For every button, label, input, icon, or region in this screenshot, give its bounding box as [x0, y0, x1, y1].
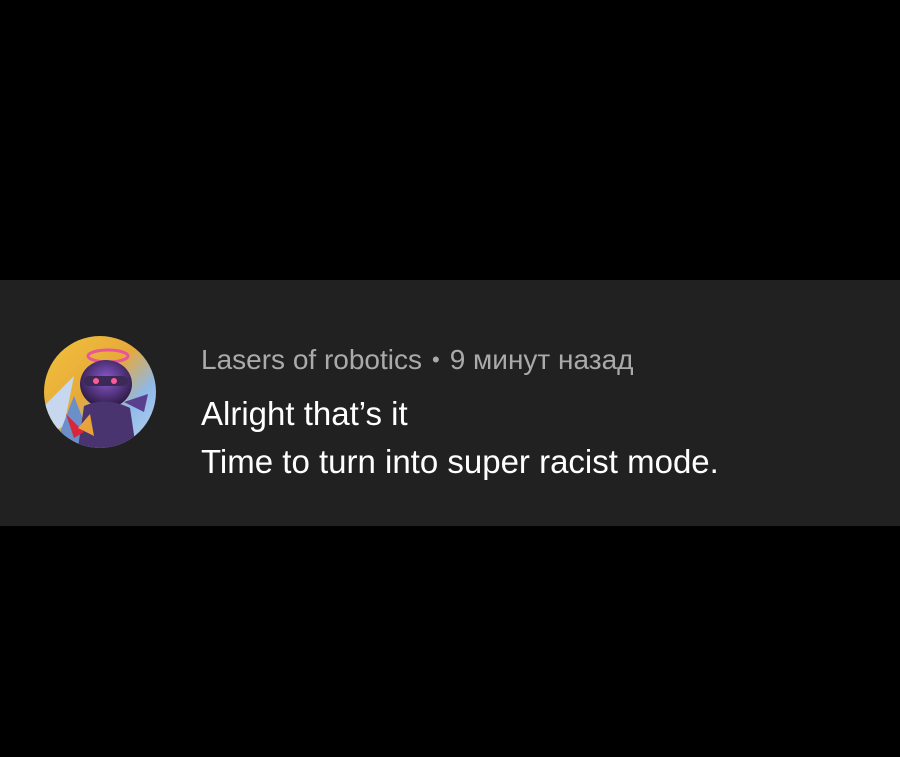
author-name[interactable]: Lasers of robotics	[201, 344, 422, 375]
comment-meta: Lasers of robotics • 9 минут назад	[201, 342, 880, 378]
comment-body: Lasers of robotics • 9 минут назад Alright…	[201, 342, 880, 486]
meta-separator: •	[432, 347, 440, 372]
comment-line: Alright that’s it	[201, 395, 408, 432]
comment-text: Alright that’s it Time to turn into supe…	[201, 390, 880, 486]
robot-character-avatar-icon	[44, 336, 156, 448]
comment-line: Time to turn into super racist mode.	[201, 443, 719, 480]
page: Lasers of robotics • 9 минут назад Alright…	[0, 0, 900, 757]
timestamp[interactable]: 9 минут назад	[450, 344, 634, 375]
avatar[interactable]	[44, 336, 156, 448]
comment-card: Lasers of robotics • 9 минут назад Alright…	[0, 280, 900, 526]
